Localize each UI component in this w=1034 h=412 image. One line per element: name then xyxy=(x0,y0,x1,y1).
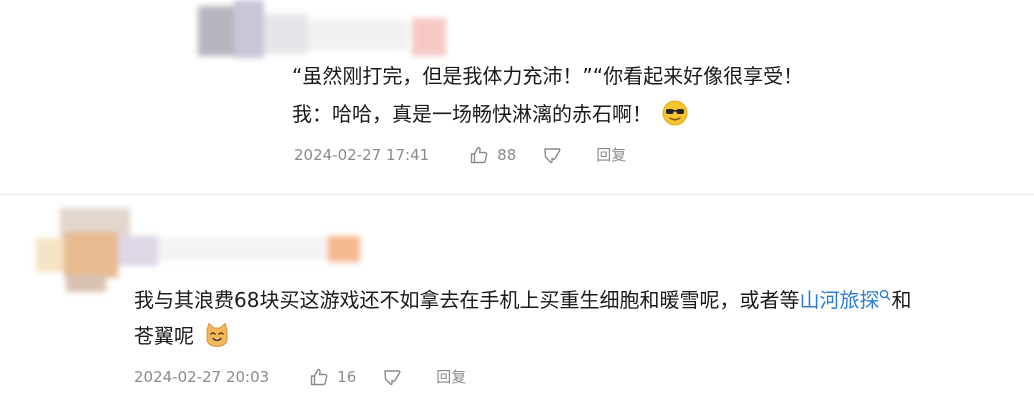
comment-2-dislike-button[interactable] xyxy=(382,367,410,387)
comment-divider xyxy=(0,194,1034,195)
comments-page: “虽然刚打完，但是我体力充沛！”“你看起来好像很享受！ 我：哈哈，真是一场畅快淋… xyxy=(0,0,1034,412)
comment-2-text-line1: 我与其浪费68块买这游戏还不如拿去在手机上买重生细胞和暖雪呢，或者等山河旅探和 xyxy=(134,284,911,316)
comment-2-reply-button[interactable]: 回复 xyxy=(436,366,466,387)
comment-1-reply-button[interactable]: 回复 xyxy=(596,144,626,165)
username-redacted-1 xyxy=(198,0,450,62)
thumbs-up-icon xyxy=(470,146,488,163)
sunglasses-emoji-icon xyxy=(662,100,688,126)
comment-2-text-line2: 苍翼呢 xyxy=(134,320,230,352)
comment-1-like-count: 88 xyxy=(497,145,517,164)
cat-emoji-icon xyxy=(206,322,228,348)
comment-2-meta: 2024-02-27 20:03 16 回复 xyxy=(134,366,492,387)
comment-1-meta: 2024-02-27 17:41 88 回复 xyxy=(294,144,652,165)
comment-2-line1-after: 和 xyxy=(891,288,912,312)
comment-1-line2: 我：哈哈，真是一场畅快淋漓的赤石啊！ xyxy=(292,102,652,126)
comment-2-like-count: 16 xyxy=(337,367,357,386)
comment-1-time: 2024-02-27 17:41 xyxy=(294,145,430,164)
thumbs-down-icon xyxy=(384,369,401,385)
thumbs-up-icon xyxy=(310,368,328,385)
comment-1-line1: “虽然刚打完，但是我体力充沛！”“你看起来好像很享受！ xyxy=(292,64,804,88)
comment-1-reply-label: 回复 xyxy=(596,146,627,164)
comment-2-reply-label: 回复 xyxy=(436,368,467,386)
topic-link-label: 山河旅探 xyxy=(799,288,880,312)
comment-1-text-line2: 我：哈哈，真是一场畅快淋漓的赤石啊！ xyxy=(292,98,688,130)
comment-2-time: 2024-02-27 20:03 xyxy=(134,367,270,386)
comment-1-dislike-button[interactable] xyxy=(542,145,570,165)
search-icon xyxy=(880,289,891,301)
topic-link[interactable]: 山河旅探 xyxy=(799,288,891,312)
comment-1-text-line1: “虽然刚打完，但是我体力充沛！”“你看起来好像很享受！ xyxy=(292,60,803,92)
comment-2-line2: 苍翼呢 xyxy=(134,324,194,348)
thumbs-down-icon xyxy=(544,147,561,163)
comment-1-like-button[interactable]: 88 xyxy=(469,145,516,165)
comment-2-like-button[interactable]: 16 xyxy=(309,367,356,387)
comment-2-line1-before: 我与其浪费68块买这游戏还不如拿去在手机上买重生细胞和暖雪呢，或者等 xyxy=(134,288,800,312)
username-redacted-2 xyxy=(36,208,362,292)
